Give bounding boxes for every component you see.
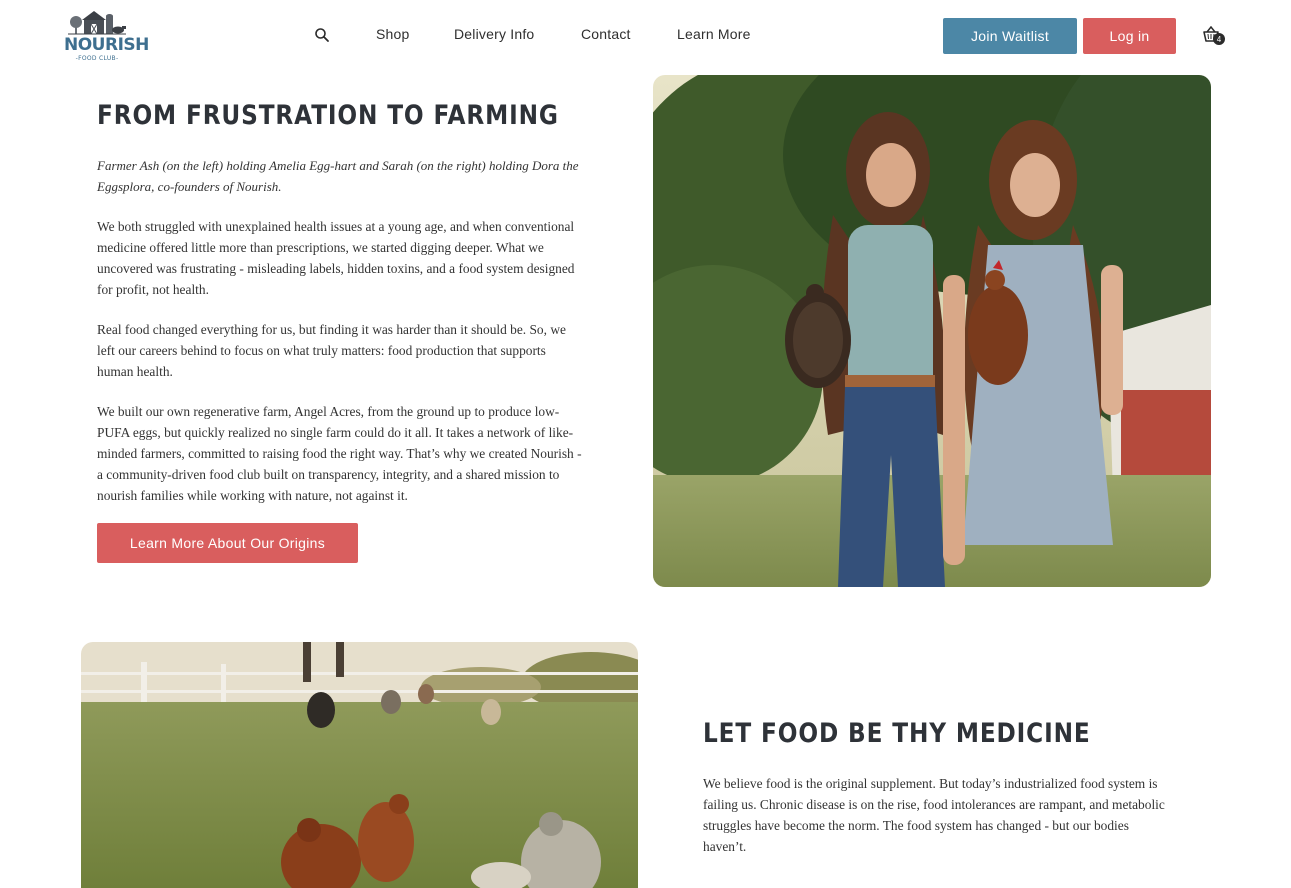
login-button[interactable]: Log in — [1083, 18, 1176, 54]
cart-count-badge: 4 — [1213, 33, 1225, 45]
nav-learn-more[interactable]: Learn More — [677, 26, 751, 42]
story-paragraph-3: We built our own regenerative farm, Ange… — [97, 404, 582, 503]
story-paragraph-2: Real food changed everything for us, but… — [97, 322, 566, 379]
nav-delivery-info[interactable]: Delivery Info — [454, 26, 534, 42]
farm-barn-icon — [68, 11, 126, 35]
logo-subtitle: -FOOD CLUB- — [75, 55, 119, 62]
site-header: NOURISH -FOOD CLUB- Shop Delivery Info C… — [0, 0, 1291, 72]
story-paragraph-1: We both struggled with unexplained healt… — [97, 219, 575, 297]
join-waitlist-button[interactable]: Join Waitlist — [943, 18, 1077, 54]
chickens-pasture-photo — [81, 642, 638, 888]
section-title-frustration: FROM FRUSTRATION TO FARMING — [97, 100, 559, 131]
logo[interactable]: NOURISH -FOOD CLUB- — [64, 6, 149, 66]
nav-contact[interactable]: Contact — [581, 26, 631, 42]
founders-photo — [653, 75, 1211, 587]
section-title-medicine: LET FOOD BE THY MEDICINE — [703, 718, 1091, 749]
search-icon[interactable] — [314, 27, 330, 43]
nav-shop[interactable]: Shop — [376, 26, 410, 42]
medicine-paragraph: We believe food is the original suppleme… — [703, 776, 1165, 854]
learn-more-origins-button[interactable]: Learn More About Our Origins — [97, 523, 358, 563]
logo-name: NOURISH — [64, 35, 149, 55]
photo-caption: Farmer Ash (on the left) holding Amelia … — [97, 158, 579, 194]
